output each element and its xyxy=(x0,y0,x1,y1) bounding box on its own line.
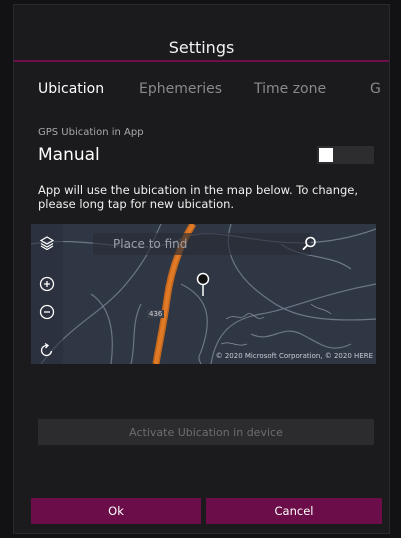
gps-ubication-toggle[interactable] xyxy=(317,146,374,164)
rotate-icon[interactable] xyxy=(38,341,56,359)
location-pin-icon xyxy=(195,272,211,304)
ubication-mode-value: Manual xyxy=(38,145,100,165)
zoom-in-icon[interactable] xyxy=(38,275,56,293)
dialog-title: Settings xyxy=(168,38,235,57)
settings-dialog: Settings Ubication Ephemeries Time zone … xyxy=(13,4,390,534)
activate-ubication-button[interactable]: Activate Ubication in device xyxy=(38,419,374,445)
zoom-out-icon[interactable] xyxy=(38,303,56,321)
layers-icon[interactable] xyxy=(38,234,56,252)
tab-time-zone[interactable]: Time zone xyxy=(254,81,326,97)
cancel-button[interactable]: Cancel xyxy=(206,498,382,524)
road-number-label: 436 xyxy=(147,310,165,318)
toggle-knob xyxy=(319,148,333,162)
gps-ubication-label: GPS Ubication in App xyxy=(38,127,144,138)
ubication-info-text: App will use the ubication in the map be… xyxy=(38,183,359,211)
tab-ubication[interactable]: Ubication xyxy=(38,81,104,97)
tab-strip: Ubication Ephemeries Time zone G xyxy=(14,81,389,111)
tab-ephemeries[interactable]: Ephemeries xyxy=(139,81,222,97)
map-view[interactable]: 436 © 2020 Microsoft Corporation, © 2020… xyxy=(31,224,376,364)
place-search-input[interactable] xyxy=(93,233,311,255)
title-bar: Settings xyxy=(14,5,389,62)
ok-button[interactable]: Ok xyxy=(31,498,201,524)
map-copyright: © 2020 Microsoft Corporation, © 2020 HER… xyxy=(215,352,373,360)
map-search-box xyxy=(93,233,311,255)
tab-overflow[interactable]: G xyxy=(370,81,381,97)
search-icon[interactable] xyxy=(300,235,318,253)
